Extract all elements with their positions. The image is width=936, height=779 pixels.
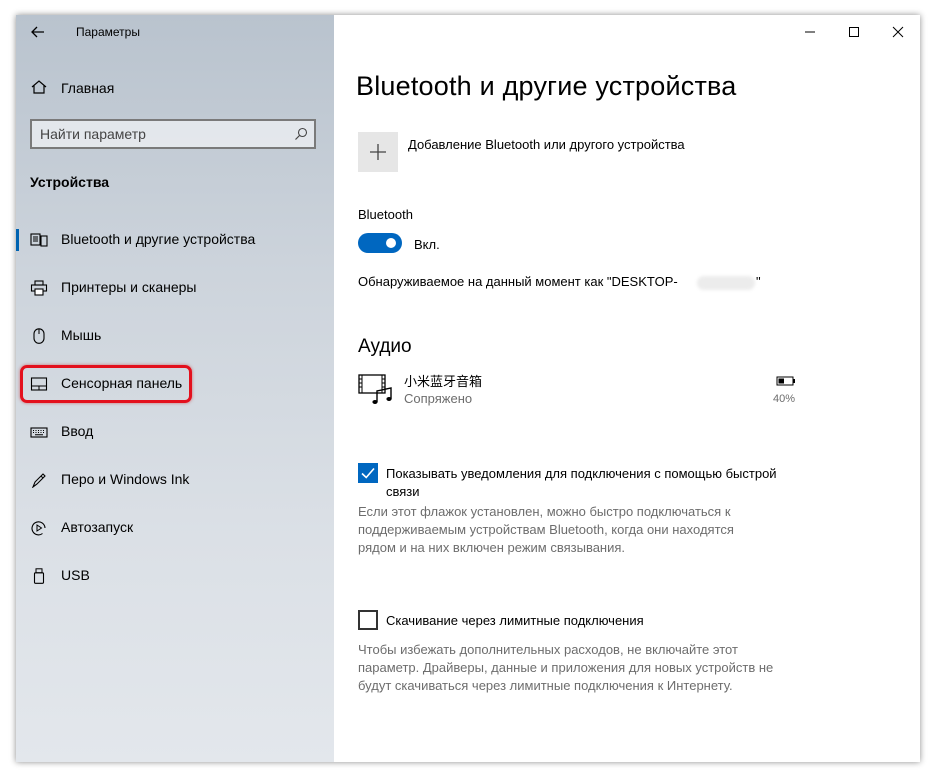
bluetooth-devices-icon xyxy=(30,232,48,248)
close-button[interactable] xyxy=(876,20,920,44)
metered-desc-1: Чтобы избежать дополнительных расходов, … xyxy=(358,642,738,657)
swift-pair-desc-2: поддерживаемым устройствам Bluetooth, ко… xyxy=(358,522,734,537)
highlight-annotation xyxy=(20,365,192,403)
selection-indicator xyxy=(16,229,19,251)
sidebar-item-label: Автозапуск xyxy=(61,519,134,535)
sidebar: Параметры Главная Устройства Bluetooth и… xyxy=(16,15,334,762)
battery-icon xyxy=(776,376,796,386)
bluetooth-state: Вкл. xyxy=(414,237,440,252)
add-device-label[interactable]: Добавление Bluetooth или другого устройс… xyxy=(408,137,685,152)
sidebar-item-printers[interactable]: Принтеры и сканеры xyxy=(16,268,334,308)
sidebar-item-typing[interactable]: Ввод xyxy=(16,412,334,452)
audio-device-row[interactable]: 小米蓝牙音箱 Сопряжено 40% xyxy=(356,370,796,410)
sidebar-item-autoplay[interactable]: Автозапуск xyxy=(16,508,334,548)
sidebar-item-usb[interactable]: USB xyxy=(16,556,334,596)
search-box[interactable] xyxy=(30,119,316,149)
minimize-button[interactable] xyxy=(788,20,832,44)
swift-pair-checkbox[interactable] xyxy=(358,463,378,483)
pen-icon xyxy=(30,472,48,489)
sidebar-item-pen[interactable]: Перо и Windows Ink xyxy=(16,460,334,500)
swift-pair-desc-1: Если этот флажок установлен, можно быстр… xyxy=(358,504,731,519)
bluetooth-label: Bluetooth xyxy=(358,207,413,222)
sidebar-item-label: Перо и Windows Ink xyxy=(61,471,190,487)
audio-device-status: Сопряжено xyxy=(404,391,473,406)
home-icon xyxy=(30,79,48,95)
sidebar-item-bluetooth[interactable]: Bluetooth и другие устройства xyxy=(16,220,334,260)
maximize-button[interactable] xyxy=(832,20,876,44)
metered-desc-2: параметр. Драйверы, данные и приложения … xyxy=(358,660,774,675)
section-title: Устройства xyxy=(30,174,110,190)
bluetooth-toggle[interactable] xyxy=(358,233,402,253)
page-title: Bluetooth и другие устройства xyxy=(356,71,737,101)
keyboard-icon xyxy=(30,424,48,440)
sidebar-item-mouse[interactable]: Мышь xyxy=(16,316,334,356)
autoplay-icon xyxy=(30,520,48,536)
audio-device-icon xyxy=(358,372,394,406)
usb-icon xyxy=(30,568,48,584)
metered-label[interactable]: Скачивание через лимитные подключения xyxy=(386,613,644,628)
sidebar-item-label: Принтеры и сканеры xyxy=(61,279,197,295)
battery-percent: 40% xyxy=(773,393,796,405)
mouse-icon xyxy=(30,328,48,344)
swift-pair-desc-3: рядом и на них включен режим связывания. xyxy=(358,540,626,555)
search-icon[interactable] xyxy=(294,127,308,141)
search-input[interactable] xyxy=(40,125,280,143)
nav-home[interactable]: Главная xyxy=(26,75,316,101)
swift-pair-label-1[interactable]: Показывать уведомления для подключения с… xyxy=(386,466,777,481)
app-title: Параметры xyxy=(76,25,140,39)
plus-icon xyxy=(368,142,388,162)
add-device-button[interactable] xyxy=(358,132,398,172)
swift-pair-label-2[interactable]: связи xyxy=(386,484,420,499)
sidebar-item-label: Bluetooth и другие устройства xyxy=(61,231,256,247)
home-label: Главная xyxy=(61,80,115,96)
main-content: Bluetooth и другие устройства Добавление… xyxy=(334,15,920,762)
audio-heading: Аудио xyxy=(358,336,412,357)
settings-window: Параметры Главная Устройства Bluetooth и… xyxy=(16,15,920,762)
sidebar-item-label: Ввод xyxy=(61,423,94,439)
metered-checkbox[interactable] xyxy=(358,610,378,630)
sidebar-item-label: Мышь xyxy=(61,327,102,343)
discoverable-text: Обнаруживаемое на данный момент как "DES… xyxy=(358,274,678,289)
printer-icon xyxy=(30,280,48,296)
back-arrow-icon[interactable] xyxy=(26,21,50,43)
discoverable-suffix: " xyxy=(756,274,761,289)
sidebar-item-label: USB xyxy=(61,567,90,583)
audio-device-name: 小米蓝牙音箱 xyxy=(404,374,483,389)
metered-desc-3: будут скачиваться через лимитные подключ… xyxy=(358,678,733,693)
blurred-device-name xyxy=(697,276,755,290)
toggle-knob xyxy=(386,238,396,248)
